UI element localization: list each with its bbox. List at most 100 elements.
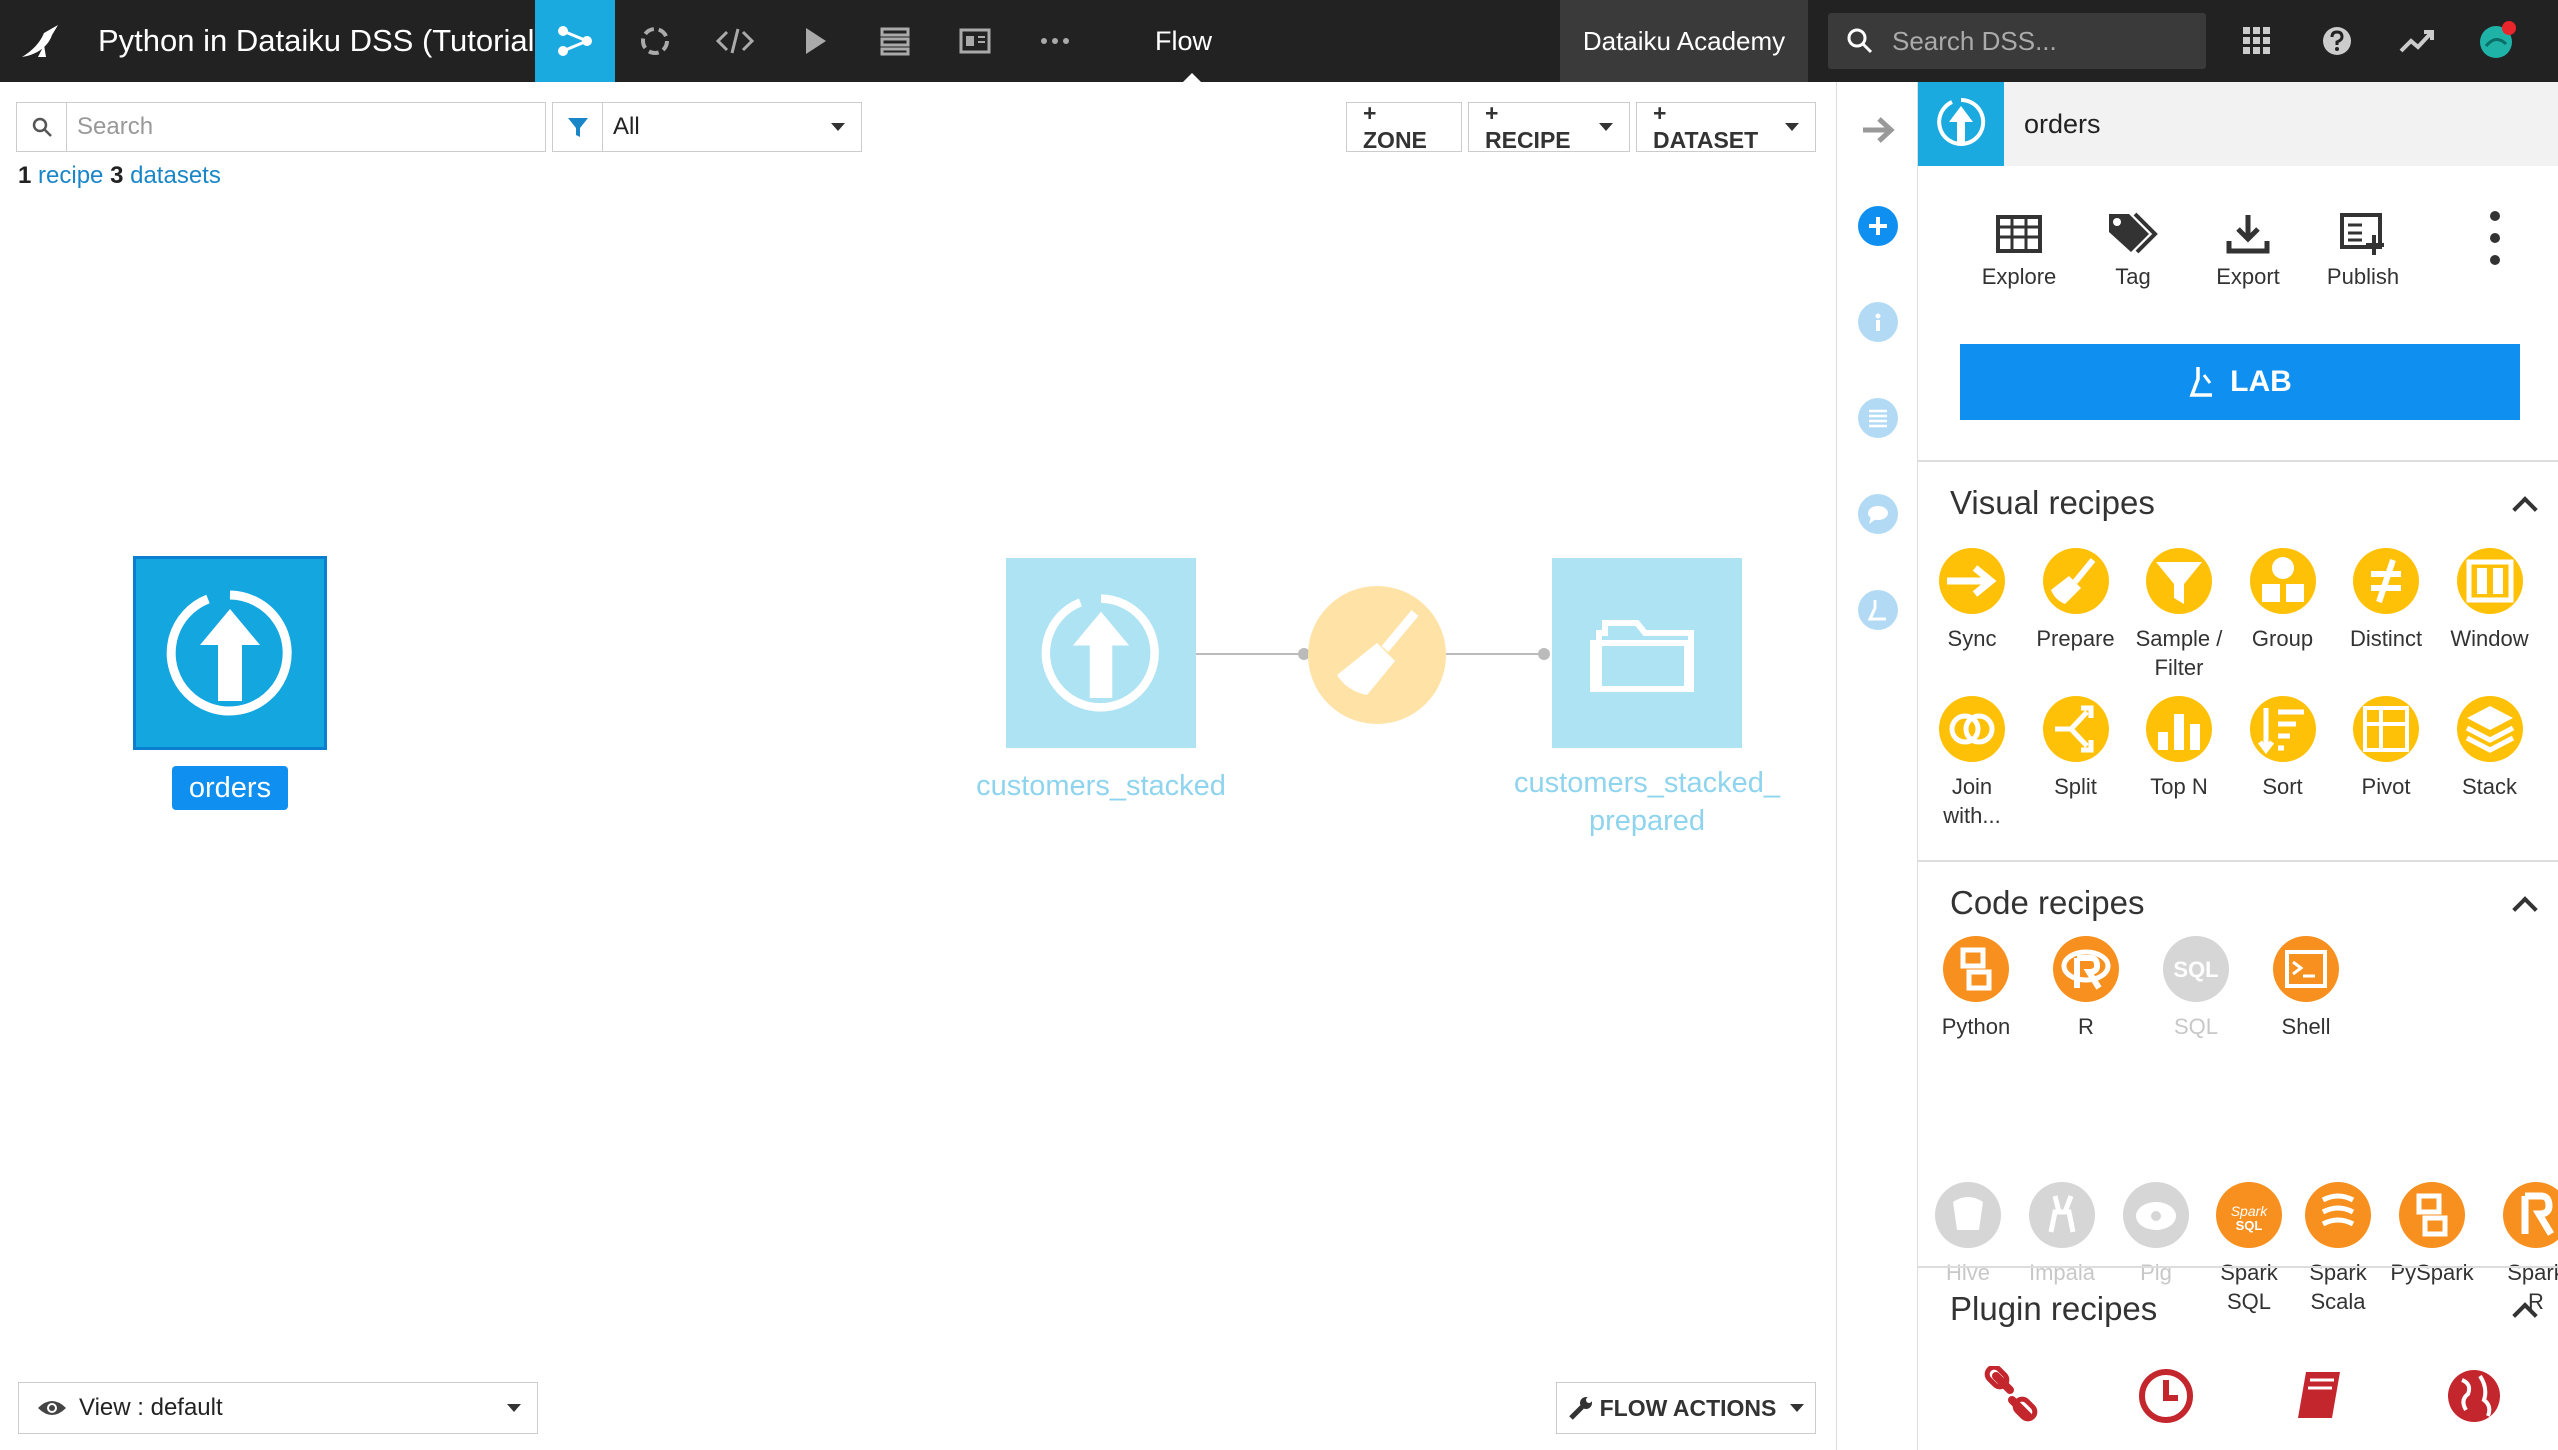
schema-list-icon[interactable] xyxy=(1858,398,1898,438)
chevron-up-icon[interactable] xyxy=(2512,496,2538,522)
recipe-sample-filter-button[interactable]: Sample / Filter xyxy=(2127,548,2231,682)
window-icon xyxy=(2466,559,2513,603)
recipe-r-button[interactable]: R xyxy=(2034,936,2138,1041)
recipe-label: Group xyxy=(2251,626,2314,651)
stack-icon xyxy=(880,27,910,56)
project-title[interactable]: Python in Dataiku DSS (Tutorial) xyxy=(80,23,545,59)
add-recipe-button[interactable]: + RECIPE xyxy=(1468,100,1630,153)
recipe-impala-button[interactable]: Impala xyxy=(2010,1182,2114,1287)
jobs-nav-button[interactable] xyxy=(775,0,855,82)
recipe-hive-button[interactable]: Hive xyxy=(1916,1182,2020,1287)
dataset-label-customers-stacked-prepared[interactable]: customers_stacked_ prepared xyxy=(1470,764,1824,840)
search-icon xyxy=(1847,28,1873,54)
recipe-prepare-button[interactable]: Prepare xyxy=(2024,548,2128,653)
recipe-label: Python xyxy=(1941,1014,2011,1039)
flow-actions-button[interactable]: FLOW ACTIONS xyxy=(1556,1382,1816,1434)
flow-item-counts: 1 recipe 3 datasets xyxy=(18,162,221,190)
globe-icon[interactable] xyxy=(2444,1366,2504,1426)
recipe-shell-button[interactable]: Shell xyxy=(2254,936,2358,1041)
recipe-count-link[interactable]: recipe xyxy=(38,162,103,189)
explore-action[interactable]: Explore xyxy=(1964,210,2074,290)
dataset-node-customers-stacked-prepared[interactable] xyxy=(1552,558,1742,748)
recipe-spark-r-button[interactable]: SparkR xyxy=(2484,1182,2558,1316)
lab-nav-button[interactable] xyxy=(615,0,695,82)
academy-button[interactable]: Dataiku Academy xyxy=(1560,0,1808,82)
recipe-stack-button[interactable]: Stack xyxy=(2438,696,2542,801)
upload-dataset-icon xyxy=(1041,594,1159,712)
python-icon xyxy=(1960,947,1992,991)
recipe-sync-button[interactable]: Sync xyxy=(1920,548,2024,653)
dataset-count-link[interactable]: datasets xyxy=(130,162,221,189)
publish-dashboard-icon xyxy=(2340,213,2384,255)
recipe-join-button[interactable]: Join with... xyxy=(1920,696,2024,830)
add-zone-button[interactable]: + ZONE xyxy=(1346,100,1462,153)
recipe-node-prepare[interactable] xyxy=(1308,586,1446,724)
more-nav-button[interactable] xyxy=(1015,0,1095,82)
add-dataset-button[interactable]: + DATASET xyxy=(1636,100,1816,153)
dataset-node-orders[interactable] xyxy=(133,556,327,750)
recipe-count: 1 xyxy=(18,162,32,189)
recipe-sql-button[interactable]: SQL SQL xyxy=(2144,936,2248,1041)
flow-filter-select[interactable]: All xyxy=(552,102,862,152)
clock-icon[interactable] xyxy=(2136,1366,2196,1426)
recipe-label-2: Scala xyxy=(2310,1289,2366,1314)
recipe-spark-scala-button[interactable]: Spark Scala xyxy=(2286,1182,2390,1316)
recipe-distinct-button[interactable]: Distinct xyxy=(2334,548,2438,653)
apps-grid-icon[interactable] xyxy=(2236,20,2278,62)
book-icon[interactable] xyxy=(2290,1366,2350,1426)
svg-text:SQL: SQL xyxy=(2236,1218,2263,1233)
dashboard-nav-button[interactable] xyxy=(855,0,935,82)
recipe-label: PySpark xyxy=(2390,1260,2474,1285)
recipe-pig-button[interactable]: Pig xyxy=(2104,1182,2208,1287)
lab-button[interactable]: LAB xyxy=(1960,344,2520,420)
panel-header: orders xyxy=(1918,82,2558,166)
recipe-label: SQL xyxy=(2173,1014,2219,1039)
flow-nav-button[interactable] xyxy=(535,0,615,82)
lab-flask-icon[interactable] xyxy=(1858,590,1898,630)
export-action[interactable]: Export xyxy=(2193,210,2303,290)
dataset-count: 3 xyxy=(110,162,124,189)
more-actions-icon[interactable] xyxy=(2470,210,2520,272)
view-select[interactable]: View : default xyxy=(18,1382,538,1434)
code-nav-button[interactable] xyxy=(695,0,775,82)
chevron-up-icon[interactable] xyxy=(2512,896,2538,922)
recipe-python-button[interactable]: Python xyxy=(1924,936,2028,1041)
impala-icon xyxy=(2048,1195,2076,1233)
dataset-node-customers-stacked[interactable] xyxy=(1006,558,1196,748)
collapse-arrow-icon[interactable] xyxy=(1858,110,1898,150)
recipe-label: R xyxy=(2078,1014,2094,1039)
recipe-label: Pig xyxy=(2140,1260,2172,1285)
dataiku-logo[interactable] xyxy=(0,0,80,82)
recipe-label-2: with... xyxy=(1943,803,2001,828)
link-chain-icon[interactable] xyxy=(1982,1366,2042,1426)
wiki-nav-button[interactable] xyxy=(935,0,1015,82)
dataset-label-orders[interactable]: orders xyxy=(172,766,288,810)
recipe-label: Sync xyxy=(1947,626,1997,651)
recipe-group-button[interactable]: Group xyxy=(2231,548,2335,653)
user-avatar[interactable] xyxy=(2476,20,2518,62)
more-horizontal-icon xyxy=(1041,38,1069,44)
recipe-pivot-button[interactable]: Pivot xyxy=(2334,696,2438,801)
discussion-icon[interactable] xyxy=(1858,494,1898,534)
recipe-pyspark-button[interactable]: PySpark xyxy=(2380,1182,2484,1287)
recipe-window-button[interactable]: Window xyxy=(2438,548,2542,653)
dataset-label-customers-stacked[interactable]: customers_stacked xyxy=(950,770,1252,803)
publish-action[interactable]: Publish xyxy=(2308,210,2418,290)
global-search-input[interactable]: Search DSS... xyxy=(1828,13,2206,69)
spark-r-icon xyxy=(2521,1192,2555,1236)
info-icon[interactable] xyxy=(1858,302,1898,342)
recipe-split-button[interactable]: Split xyxy=(2024,696,2128,801)
tag-action[interactable]: Tag xyxy=(2078,210,2188,290)
current-view-label: Flow xyxy=(1155,0,1405,82)
flow-search-input[interactable]: Search xyxy=(16,102,546,152)
recipe-label: Window xyxy=(2450,626,2529,651)
recipe-sort-button[interactable]: Sort xyxy=(2231,696,2335,801)
add-plus-icon[interactable] xyxy=(1858,206,1898,246)
spark-sql-icon: SparkSQL xyxy=(2231,1203,2269,1233)
view-select-value: View : default xyxy=(79,1394,223,1421)
activity-trend-icon[interactable] xyxy=(2396,20,2438,62)
chevron-down-icon xyxy=(831,123,845,131)
help-icon[interactable] xyxy=(2316,20,2358,62)
recipe-top-n-button[interactable]: Top N xyxy=(2127,696,2231,801)
dataset-right-panel: orders Explore Tag Export Publish LAB Vi… xyxy=(1918,82,2558,1450)
